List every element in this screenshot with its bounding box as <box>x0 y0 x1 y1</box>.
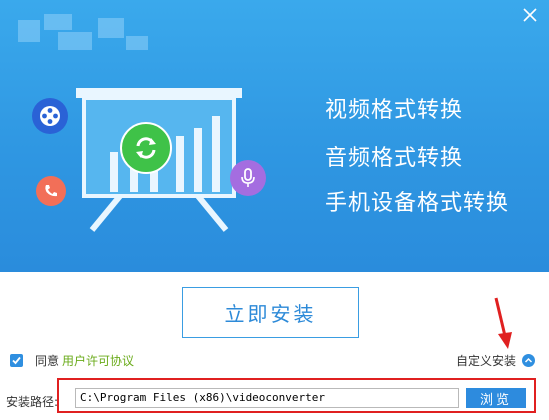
checkmark-icon <box>12 356 21 364</box>
custom-install-toggle[interactable]: 自定义安装 <box>456 351 535 369</box>
custom-install-label: 自定义安装 <box>455 353 516 368</box>
close-button[interactable] <box>519 4 541 26</box>
blurred-app-title <box>18 10 158 54</box>
chevron-up-icon <box>522 353 535 367</box>
header-banner: 视频格式转换 音频格式转换 手机设备格式转换 <box>0 0 549 272</box>
install-path-row: 安装路径: C:\Program Files (x86)\videoconver… <box>0 379 549 415</box>
agreement-row: 同意 用户许可协议 <box>10 352 134 368</box>
feature-audio-conversion: 音频格式转换 <box>325 146 464 171</box>
feature-device-conversion: 手机设备格式转换 <box>325 191 510 216</box>
film-reel-icon <box>32 98 68 134</box>
agree-checkbox[interactable] <box>10 353 23 367</box>
install-path-label: 安装路径: <box>6 395 59 409</box>
sync-icon <box>120 122 172 174</box>
microphone-icon <box>230 160 266 196</box>
close-icon <box>523 8 537 22</box>
browse-button[interactable]: 浏览 <box>466 388 526 408</box>
install-path-input[interactable]: C:\Program Files (x86)\videoconverter <box>75 388 459 408</box>
phone-icon <box>36 176 66 206</box>
agree-label: 同意 <box>35 353 60 368</box>
install-now-button[interactable]: 立即安装 <box>182 287 359 338</box>
license-agreement-link[interactable]: 用户许可协议 <box>62 352 134 369</box>
feature-video-conversion: 视频格式转换 <box>325 98 464 123</box>
red-arrow-annotation <box>494 297 512 349</box>
